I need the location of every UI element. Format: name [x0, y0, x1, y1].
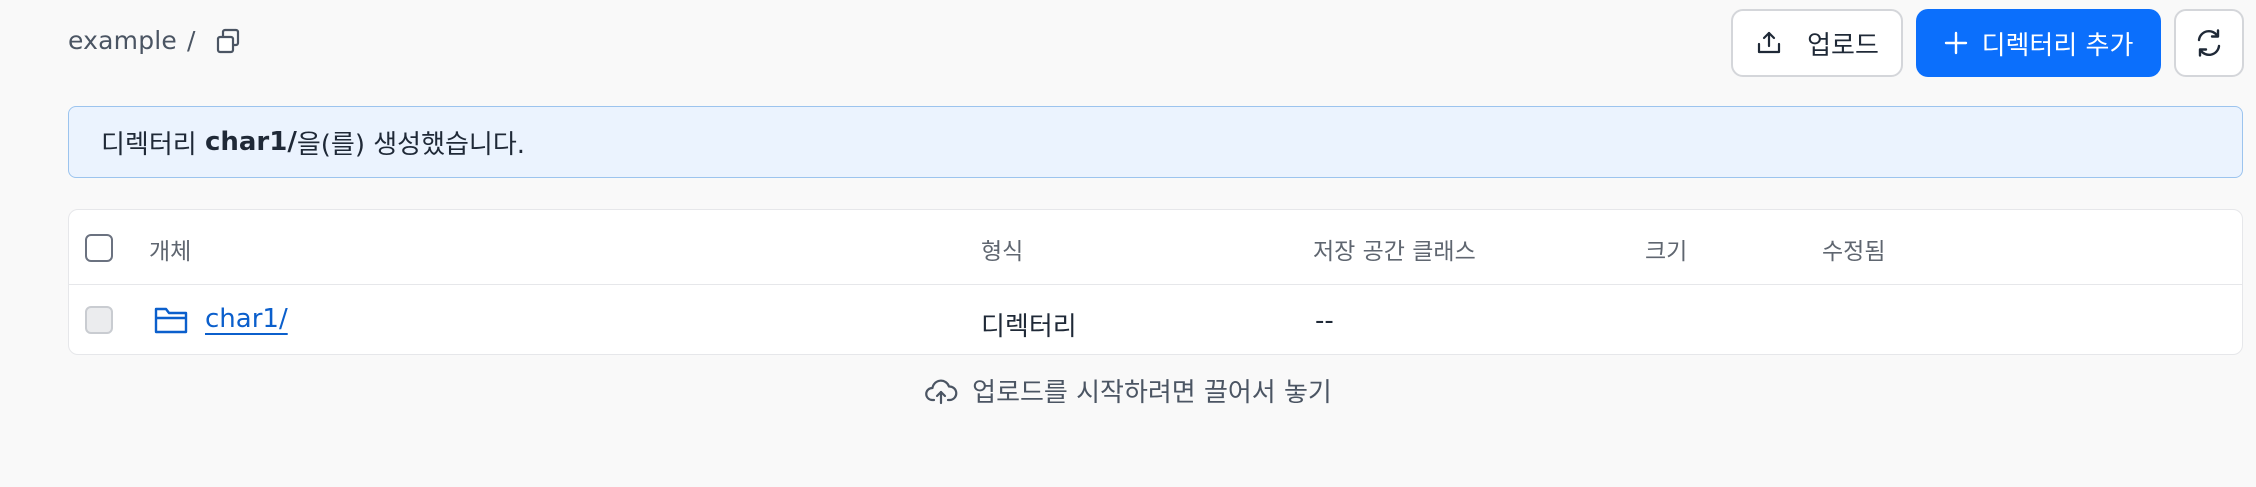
column-header-size[interactable]: 크기 [1645, 232, 1687, 266]
table-header: 개체 형식 저장 공간 클래스 크기 수정됨 [69, 210, 2242, 285]
alert-directory-name: char1/ [204, 127, 297, 157]
upload-button-label: 업로드 [1807, 30, 1879, 61]
add-directory-button-label: 디렉터리 추가 [1981, 30, 2134, 61]
upload-button[interactable]: 업로드 [1731, 9, 1903, 77]
cloud-upload-icon [924, 374, 958, 408]
plus-icon [1944, 31, 1968, 55]
column-header-type[interactable]: 형식 [981, 232, 1023, 266]
refresh-icon [2193, 27, 2225, 59]
folder-icon [153, 302, 189, 338]
object-storage-class: -- [1315, 306, 1334, 336]
alert-suffix: 을(를) 생성했습니다. [296, 129, 526, 160]
row-checkbox[interactable] [85, 306, 113, 334]
breadcrumb-separator: / [187, 26, 196, 55]
drop-zone-text: 업로드를 시작하려면 끌어서 놓기 [972, 378, 1332, 408]
success-alert: 디렉터리 char1/ 을(를) 생성했습니다. [68, 106, 2243, 178]
table-row [69, 285, 2242, 355]
select-all-checkbox[interactable] [85, 234, 113, 262]
drop-zone[interactable]: 업로드를 시작하려면 끌어서 놓기 [0, 372, 2256, 409]
copy-icon[interactable] [214, 27, 242, 55]
object-type: 디렉터리 [981, 312, 1077, 342]
column-header-storage-class[interactable]: 저장 공간 클래스 [1313, 232, 1476, 266]
column-header-modified[interactable]: 수정됨 [1822, 232, 1885, 266]
objects-table: 개체 형식 저장 공간 클래스 크기 수정됨 char1/ 디렉터리 -- [68, 209, 2243, 355]
refresh-button[interactable] [2174, 9, 2244, 77]
column-header-object[interactable]: 개체 [149, 232, 191, 266]
breadcrumb-bucket[interactable]: example [68, 26, 177, 55]
upload-icon [1755, 29, 1783, 57]
alert-prefix: 디렉터리 [101, 129, 205, 160]
top-bar: example / 업로드 디렉터리 추가 [0, 0, 2256, 88]
add-directory-button[interactable]: 디렉터리 추가 [1916, 9, 2161, 77]
object-name-link[interactable]: char1/ [205, 304, 288, 334]
breadcrumb: example / [68, 26, 242, 55]
